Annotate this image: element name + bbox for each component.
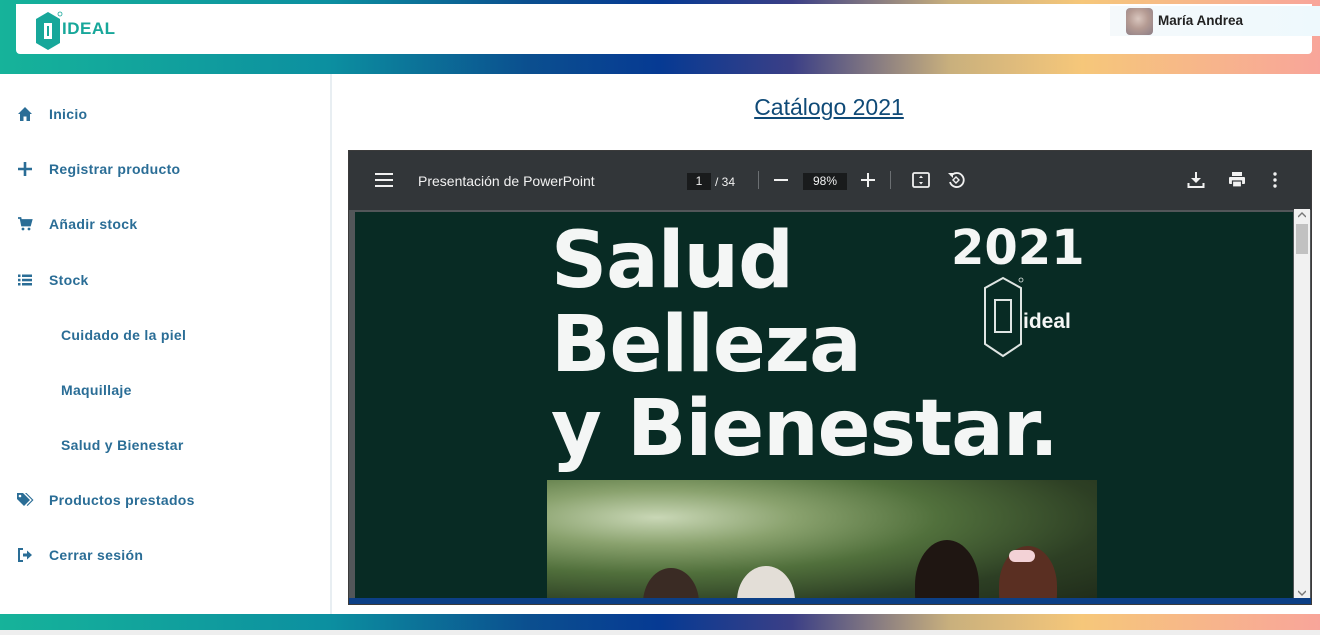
sidebar-item-productos-prestados[interactable]: Productos prestados [0, 485, 330, 515]
photo-person [915, 540, 979, 602]
sidebar-item-label: Cerrar sesión [49, 547, 144, 563]
sidebar-item-cuidado-de-la-piel[interactable]: Cuidado de la piel [0, 320, 330, 350]
list-icon [16, 271, 34, 289]
user-menu[interactable]: María Andrea [1110, 6, 1320, 36]
sidebar-item-maquillaje[interactable]: Maquillaje [0, 375, 330, 405]
sidebar-item-label: Productos prestados [49, 492, 195, 508]
scroll-up-icon[interactable] [1298, 212, 1306, 218]
menu-icon[interactable] [373, 170, 395, 190]
cover-photo [547, 480, 1097, 602]
sidebar-item-salud-y-bienestar[interactable]: Salud y Bienestar [0, 430, 330, 460]
rotate-icon[interactable] [945, 169, 967, 191]
tags-icon [16, 491, 34, 509]
toolbar-divider [758, 171, 759, 189]
avatar[interactable] [1126, 8, 1153, 35]
pdf-toolbar: Presentación de PowerPoint 1 / 34 98% [349, 151, 1311, 210]
sidebar-item-label: Stock [49, 272, 89, 288]
home-icon [16, 105, 34, 123]
sidebar-item-label: Salud y Bienestar [61, 437, 184, 453]
scroll-thumb[interactable] [1296, 224, 1308, 254]
plus-icon [16, 160, 34, 178]
page-number-input[interactable]: 1 [687, 173, 711, 190]
cover-brand-name: ideal [1023, 310, 1071, 333]
cart-icon [16, 215, 34, 233]
toolbar-divider [890, 171, 891, 189]
zoom-input[interactable]: 98% [803, 173, 847, 190]
zoom-out-icon[interactable] [771, 170, 791, 190]
viewer-bottom-border [349, 598, 1311, 604]
scroll-down-icon[interactable] [1298, 590, 1306, 596]
top-bar: IDEAL María Andrea [16, 4, 1320, 54]
footer-strip [0, 630, 1320, 635]
print-icon[interactable] [1226, 169, 1248, 191]
more-options-icon[interactable] [1266, 169, 1284, 191]
cover-year: 2021 [951, 220, 1085, 276]
sidebar-nav: Inicio Registrar producto Añadir stock S… [0, 74, 332, 614]
sidebar-item-label: Maquillaje [61, 382, 132, 398]
pdf-page[interactable]: Salud Belleza y Bienestar. 2021 ideal [355, 212, 1293, 602]
photo-person [737, 566, 795, 602]
photo-person [643, 568, 699, 602]
sidebar-item-registrar-producto[interactable]: Registrar producto [0, 154, 330, 184]
sidebar-item-label: Añadir stock [49, 216, 138, 232]
sidebar-item-stock[interactable]: Stock [0, 265, 330, 295]
fit-page-icon[interactable] [910, 169, 932, 191]
photo-headband [1009, 550, 1035, 562]
pdf-viewer: Presentación de PowerPoint 1 / 34 98% Sa… [348, 150, 1312, 605]
sidebar-item-label: Cuidado de la piel [61, 327, 187, 343]
sidebar-item-anadir-stock[interactable]: Añadir stock [0, 209, 330, 239]
cover-headline-line-1: Salud [551, 216, 794, 306]
sidebar-item-cerrar-sesion[interactable]: Cerrar sesión [0, 540, 330, 570]
zoom-in-icon[interactable] [858, 170, 878, 190]
logout-icon [16, 546, 34, 564]
cover-headline-line-2: Belleza [551, 300, 862, 390]
download-icon[interactable] [1185, 169, 1207, 191]
sidebar-item-inicio[interactable]: Inicio [0, 99, 330, 129]
sidebar-item-label: Inicio [49, 106, 88, 122]
sidebar-item-label: Registrar producto [49, 161, 181, 177]
brand-name: IDEAL [62, 19, 116, 38]
cover-headline-line-3: y Bienestar. [551, 384, 1059, 474]
document-title: Presentación de PowerPoint [418, 173, 595, 189]
pdf-scrollbar[interactable] [1294, 209, 1310, 601]
user-name: María Andrea [1158, 13, 1244, 28]
page-count: / 34 [715, 175, 736, 189]
page-title[interactable]: Catálogo 2021 [334, 94, 1320, 121]
